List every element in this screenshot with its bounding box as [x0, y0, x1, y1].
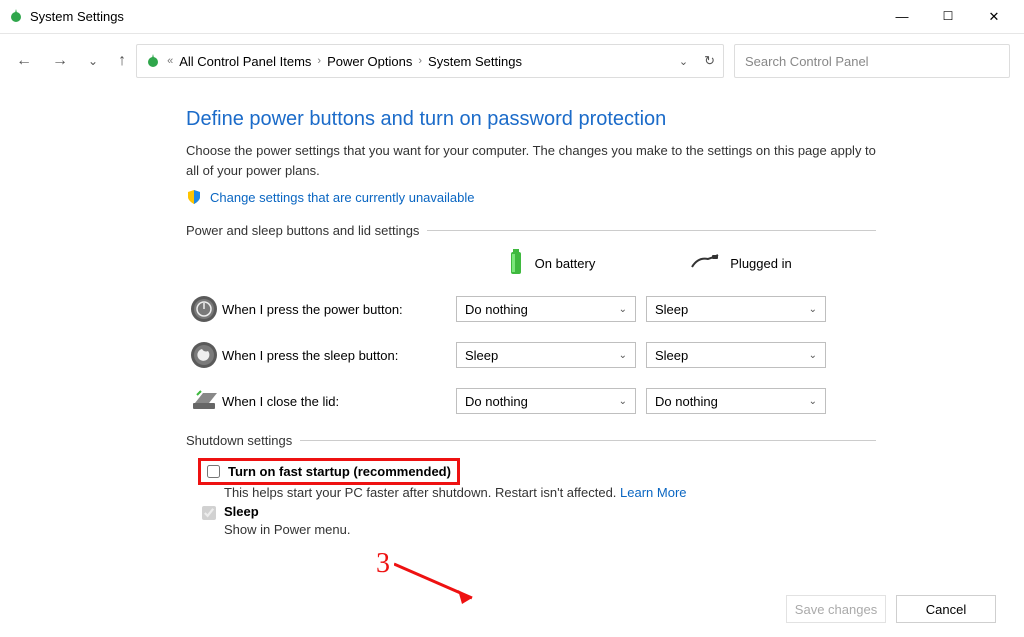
breadcrumb-item[interactable]: All Control Panel Items	[179, 54, 311, 69]
power-button-plugged-select[interactable]: Sleep ⌄	[646, 296, 826, 322]
annotation-highlight-2: Turn on fast startup (recommended)	[198, 458, 460, 485]
chevron-down-icon: ⌄	[619, 350, 627, 361]
content-area: Define power buttons and turn on passwor…	[0, 88, 1024, 591]
lid-icon	[186, 385, 222, 417]
breadcrumb-dropdown[interactable]: ⌄	[679, 55, 688, 68]
up-button[interactable]: ↑	[118, 52, 126, 70]
sleep-checkbox[interactable]	[202, 506, 216, 520]
change-settings-link[interactable]: Change settings that are currently unava…	[210, 190, 475, 205]
chevron-down-icon: ⌄	[809, 304, 817, 315]
fast-startup-checkbox[interactable]	[207, 465, 220, 478]
close-lid-label: When I close the lid:	[222, 394, 456, 409]
sleep-button-row: When I press the sleep button: Sleep ⌄ S…	[186, 339, 994, 371]
footer-buttons: Save changes Cancel	[786, 595, 996, 623]
chevron-down-icon: ⌄	[809, 396, 817, 407]
chevron-right-icon: ›	[418, 55, 422, 67]
breadcrumb-icon	[145, 52, 161, 71]
page-subtitle: Choose the power settings that you want …	[186, 141, 876, 181]
annotation-3: 3	[376, 548, 390, 580]
annotation-arrow-3	[394, 558, 494, 608]
cancel-button[interactable]: Cancel	[896, 595, 996, 623]
chevron-down-icon: ⌄	[619, 396, 627, 407]
battery-icon	[507, 248, 525, 279]
save-button[interactable]: Save changes	[786, 595, 886, 623]
plugged-in-label: Plugged in	[730, 256, 791, 271]
learn-more-link[interactable]: Learn More	[620, 485, 686, 500]
sleep-label: Sleep	[224, 504, 259, 519]
chevron-down-icon: ⌄	[619, 304, 627, 315]
power-button-label: When I press the power button:	[222, 302, 456, 317]
close-button[interactable]: ✕	[980, 9, 1008, 25]
breadcrumb-item[interactable]: Power Options	[327, 54, 412, 69]
fast-startup-row: Turn on fast startup (recommended) This …	[186, 458, 994, 500]
close-lid-battery-select[interactable]: Do nothing ⌄	[456, 388, 636, 414]
titlebar: System Settings — ☐ ✕	[0, 0, 1024, 34]
section-power-sleep: Power and sleep buttons and lid settings	[186, 223, 876, 238]
breadcrumb-item[interactable]: System Settings	[428, 54, 522, 69]
fast-startup-desc: This helps start your PC faster after sh…	[224, 485, 994, 500]
sleep-button-battery-select[interactable]: Sleep ⌄	[456, 342, 636, 368]
power-column-headers: On battery Plugged in	[186, 248, 994, 279]
section-shutdown: Shutdown settings	[186, 433, 876, 448]
chevron-left-icon: «	[167, 55, 173, 67]
forward-button[interactable]: →	[52, 52, 68, 70]
power-button-icon	[186, 293, 222, 325]
sleep-desc: Show in Power menu.	[224, 522, 994, 537]
plug-icon	[690, 253, 720, 274]
power-button-battery-select[interactable]: Do nothing ⌄	[456, 296, 636, 322]
sleep-button-label: When I press the sleep button:	[222, 348, 456, 363]
maximize-button[interactable]: ☐	[934, 9, 962, 25]
power-button-row: When I press the power button: Do nothin…	[186, 293, 994, 325]
app-icon	[8, 7, 24, 26]
navigation-bar: ← → ⌄ ↑ « All Control Panel Items › Powe…	[0, 34, 1024, 88]
sleep-button-icon	[186, 339, 222, 371]
chevron-down-icon: ⌄	[809, 350, 817, 361]
close-lid-row: When I close the lid: Do nothing ⌄ Do no…	[186, 385, 994, 417]
history-dropdown[interactable]: ⌄	[88, 54, 98, 68]
search-input[interactable]	[745, 54, 999, 69]
breadcrumb[interactable]: « All Control Panel Items › Power Option…	[136, 44, 724, 78]
sleep-row: Sleep	[202, 504, 994, 520]
refresh-button[interactable]: ↻	[704, 53, 715, 69]
fast-startup-label: Turn on fast startup (recommended)	[228, 464, 451, 479]
search-box[interactable]	[734, 44, 1010, 78]
chevron-right-icon: ›	[317, 55, 321, 67]
shield-icon	[186, 189, 202, 205]
sleep-button-plugged-select[interactable]: Sleep ⌄	[646, 342, 826, 368]
page-title: Define power buttons and turn on passwor…	[186, 108, 994, 131]
close-lid-plugged-select[interactable]: Do nothing ⌄	[646, 388, 826, 414]
on-battery-label: On battery	[535, 256, 596, 271]
back-button[interactable]: ←	[16, 52, 32, 70]
window-title: System Settings	[30, 9, 124, 24]
minimize-button[interactable]: —	[888, 9, 916, 25]
